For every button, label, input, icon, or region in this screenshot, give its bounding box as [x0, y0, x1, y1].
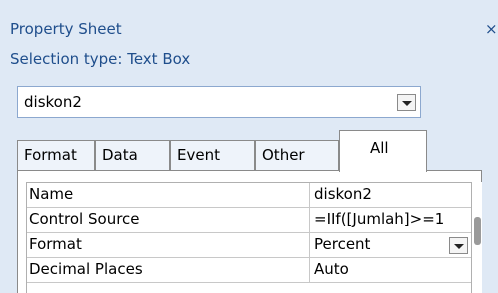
property-row-name[interactable]: Name diskon2	[27, 183, 471, 208]
tab-data[interactable]: Data	[95, 140, 170, 170]
close-icon[interactable]: ×	[485, 20, 498, 38]
chevron-down-icon	[454, 244, 464, 249]
property-row-control-source[interactable]: Control Source =IIf([Jumlah]>=1	[27, 208, 471, 233]
column-divider	[309, 233, 310, 257]
property-grid: Name diskon2 Control Source =IIf([Jumlah…	[17, 171, 482, 293]
object-selector-value: diskon2	[24, 93, 82, 111]
property-row-decimal-places[interactable]: Decimal Places Auto	[27, 258, 471, 283]
object-selector-combo[interactable]: diskon2	[17, 86, 421, 118]
selection-type-label: Selection type: Text Box	[10, 50, 191, 68]
tab-all[interactable]: All	[339, 130, 427, 172]
tab-other[interactable]: Other	[255, 140, 339, 170]
property-sheet-pane: Property Sheet × Selection type: Text Bo…	[0, 0, 498, 293]
property-value[interactable]: Auto	[314, 260, 469, 278]
pane-title: Property Sheet	[10, 20, 122, 38]
property-value[interactable]: Percent	[314, 235, 469, 253]
tab-format[interactable]: Format	[17, 140, 95, 170]
property-value[interactable]: =IIf([Jumlah]>=1	[314, 210, 469, 228]
property-name: Control Source	[29, 210, 140, 228]
property-value[interactable]: diskon2	[314, 185, 469, 203]
property-name: Decimal Places	[29, 260, 143, 278]
vertical-scrollbar[interactable]	[473, 182, 482, 293]
property-name: Name	[29, 185, 74, 203]
property-table: Name diskon2 Control Source =IIf([Jumlah…	[26, 182, 472, 293]
column-divider	[309, 208, 310, 232]
column-divider	[309, 183, 310, 207]
scrollbar-thumb[interactable]	[474, 217, 481, 245]
tab-event[interactable]: Event	[170, 140, 255, 170]
object-selector-dropdown-button[interactable]	[397, 94, 416, 111]
property-name: Format	[29, 235, 82, 253]
format-dropdown-button[interactable]	[449, 237, 468, 254]
column-divider	[309, 258, 310, 282]
chevron-down-icon	[402, 101, 412, 106]
property-row-format[interactable]: Format Percent	[27, 233, 471, 258]
